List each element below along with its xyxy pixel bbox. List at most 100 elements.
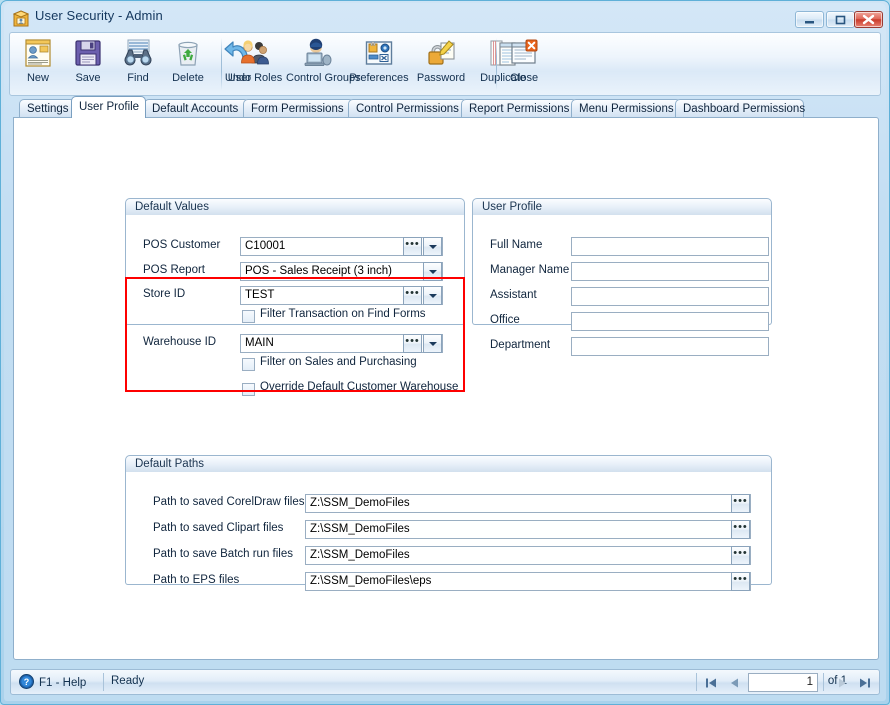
default-values-title: Default Values bbox=[135, 201, 209, 213]
default-values-header: Default Values bbox=[125, 198, 465, 216]
full-name-input[interactable] bbox=[571, 237, 769, 256]
warehouse-id-value: MAIN bbox=[245, 337, 274, 349]
pos-customer-browse-button[interactable]: ••• bbox=[403, 237, 422, 256]
override-warehouse-label: Override Default Customer Warehouse bbox=[260, 381, 459, 393]
user-profile-tab-panel: Default Values POS Customer C10001 ••• P… bbox=[13, 117, 879, 660]
user-profile-header: User Profile bbox=[472, 198, 772, 216]
toolbar-close-label: Close bbox=[509, 72, 539, 84]
path-batch-value: Z:\SSM_DemoFiles bbox=[310, 549, 410, 561]
path-clipart-value: Z:\SSM_DemoFiles bbox=[310, 523, 410, 535]
pos-report-label: POS Report bbox=[143, 264, 205, 276]
svg-text:?: ? bbox=[24, 677, 30, 687]
warehouse-id-browse-button[interactable]: ••• bbox=[403, 334, 422, 353]
chevron-down-icon bbox=[428, 269, 437, 274]
toolbar-find-label: Find bbox=[127, 72, 149, 84]
tab-user-profile[interactable]: User Profile bbox=[71, 96, 146, 118]
tab-report-permissions[interactable]: Report Permissions bbox=[461, 99, 577, 118]
pos-report-value: POS - Sales Receipt (3 inch) bbox=[245, 265, 393, 277]
default-paths-header: Default Paths bbox=[125, 455, 772, 473]
title-bar: User Security - Admin bbox=[4, 3, 886, 33]
last-record-button[interactable] bbox=[854, 673, 876, 692]
window-title: User Security - Admin bbox=[35, 8, 163, 23]
toolbar-control-groups-button[interactable]: Control Groups bbox=[286, 33, 361, 84]
toolbar-close-button[interactable]: Close bbox=[499, 33, 549, 84]
tab-settings[interactable]: Settings bbox=[19, 99, 75, 118]
ellipsis-browse-icon: ••• bbox=[733, 521, 748, 533]
close-window-icon bbox=[499, 36, 549, 70]
chevron-down-icon bbox=[428, 341, 437, 346]
office-input[interactable] bbox=[571, 312, 769, 331]
pos-customer-value: C10001 bbox=[245, 240, 286, 252]
close-button[interactable] bbox=[854, 11, 883, 28]
next-record-icon bbox=[839, 678, 846, 687]
help-button[interactable]: ? F1 - Help bbox=[19, 674, 86, 692]
next-record-button[interactable] bbox=[831, 673, 853, 692]
toolbar-delete-button[interactable]: Delete bbox=[163, 33, 213, 84]
toolbar-find-button[interactable]: Find bbox=[113, 33, 163, 84]
first-record-button[interactable] bbox=[700, 673, 722, 692]
ellipsis-browse-icon: ••• bbox=[405, 238, 420, 250]
toolbar-password-label: Password bbox=[416, 72, 466, 84]
store-id-dropdown-button[interactable] bbox=[423, 286, 442, 305]
path-batch-input[interactable]: Z:\SSM_DemoFiles ••• bbox=[305, 546, 751, 565]
minimize-button[interactable] bbox=[795, 11, 824, 28]
warehouse-id-input[interactable]: MAIN ••• bbox=[240, 334, 443, 353]
status-text: Ready bbox=[111, 675, 145, 687]
pos-customer-input[interactable]: C10001 ••• bbox=[240, 237, 443, 256]
path-clipart-input[interactable]: Z:\SSM_DemoFiles ••• bbox=[305, 520, 751, 539]
toolbar-new-button[interactable]: New bbox=[13, 33, 63, 84]
toolbar-user-roles-button[interactable]: User Roles bbox=[224, 33, 286, 84]
store-id-browse-button[interactable]: ••• bbox=[403, 286, 422, 305]
maximize-button[interactable] bbox=[826, 11, 855, 28]
toolbar-separator-2 bbox=[496, 38, 497, 90]
assistant-label: Assistant bbox=[490, 289, 537, 301]
new-record-icon bbox=[13, 36, 63, 70]
store-id-label: Store ID bbox=[143, 288, 186, 300]
tab-control-permissions[interactable]: Control Permissions bbox=[348, 99, 467, 118]
path-coreldraw-input[interactable]: Z:\SSM_DemoFiles ••• bbox=[305, 494, 751, 513]
department-label: Department bbox=[490, 339, 551, 351]
path-clipart-browse-button[interactable]: ••• bbox=[731, 520, 750, 539]
toolbar-save-button[interactable]: Save bbox=[63, 33, 113, 84]
pos-customer-dropdown-button[interactable] bbox=[423, 237, 442, 256]
override-warehouse-checkbox[interactable] bbox=[242, 383, 255, 396]
toolbar-preferences-button[interactable]: Preferences bbox=[348, 33, 410, 84]
tab-menu-permissions[interactable]: Menu Permissions bbox=[571, 99, 681, 118]
store-id-value: TEST bbox=[245, 289, 275, 301]
tab-dashboard-permissions[interactable]: Dashboard Permissions bbox=[675, 99, 805, 118]
path-eps-input[interactable]: Z:\SSM_DemoFiles\eps ••• bbox=[305, 572, 751, 591]
filter-transaction-checkbox[interactable] bbox=[242, 310, 255, 323]
path-eps-label: Path to EPS files bbox=[153, 574, 240, 586]
user-profile-group: User Profile Full Name Manager Name Assi… bbox=[472, 198, 772, 356]
pos-report-dropdown-button[interactable] bbox=[423, 262, 442, 281]
manager-name-input[interactable] bbox=[571, 262, 769, 281]
application-window: User Security - Admin New Save Find Dele… bbox=[0, 0, 890, 705]
filter-sales-checkbox[interactable] bbox=[242, 358, 255, 371]
assistant-input[interactable] bbox=[571, 287, 769, 306]
default-paths-body: Path to saved CorelDraw files Z:\SSM_Dem… bbox=[125, 472, 772, 591]
status-bar: ? F1 - Help Ready 1 of 1 bbox=[10, 669, 880, 695]
toolbar-password-button[interactable]: Password bbox=[410, 33, 472, 84]
path-eps-browse-button[interactable]: ••• bbox=[731, 572, 750, 591]
store-id-input[interactable]: TEST ••• bbox=[240, 286, 443, 305]
previous-record-icon bbox=[731, 678, 738, 687]
binoculars-find-icon bbox=[113, 36, 163, 70]
toolbar-separator-1 bbox=[221, 38, 222, 90]
manager-name-label: Manager Name bbox=[490, 264, 570, 276]
ellipsis-browse-icon: ••• bbox=[733, 495, 748, 507]
last-record-icon bbox=[860, 678, 870, 687]
default-paths-title: Default Paths bbox=[135, 458, 205, 470]
office-label: Office bbox=[490, 314, 520, 326]
page-number-input[interactable]: 1 bbox=[748, 673, 818, 692]
previous-record-button[interactable] bbox=[724, 673, 746, 692]
path-coreldraw-browse-button[interactable]: ••• bbox=[731, 494, 750, 513]
filter-transaction-label: Filter Transaction on Find Forms bbox=[260, 308, 426, 320]
tab-form-permissions[interactable]: Form Permissions bbox=[243, 99, 354, 118]
tab-default-accounts[interactable]: Default Accounts bbox=[144, 99, 249, 118]
department-input[interactable] bbox=[571, 337, 769, 356]
question-mark-help-icon: ? bbox=[19, 674, 34, 692]
path-batch-browse-button[interactable]: ••• bbox=[731, 546, 750, 565]
pos-report-input[interactable]: POS - Sales Receipt (3 inch) bbox=[240, 262, 443, 281]
warehouse-id-dropdown-button[interactable] bbox=[423, 334, 442, 353]
status-divider-3 bbox=[823, 673, 824, 691]
